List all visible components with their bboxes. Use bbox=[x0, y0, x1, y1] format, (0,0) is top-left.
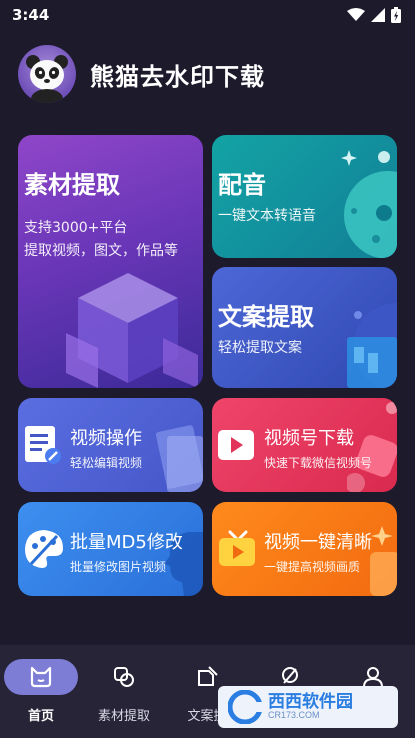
tab-material-extract[interactable]: 素材提取 bbox=[83, 659, 165, 729]
card-channel-download[interactable]: 视频号下载 快速下载微信视频号 bbox=[212, 398, 397, 492]
watermark-url: CR173.COM bbox=[268, 710, 320, 721]
battery-icon bbox=[391, 7, 401, 23]
status-time: 3:44 bbox=[12, 6, 50, 24]
card-title: 文案提取 bbox=[218, 303, 314, 331]
watermark-badge: 西西软件园 CR173.COM bbox=[218, 686, 398, 728]
card-subtitle: 批量修改图片视频 bbox=[70, 560, 167, 574]
edit-document-icon bbox=[25, 426, 61, 464]
watermark-brand: 西西软件园 bbox=[268, 691, 353, 712]
card-copy-extract[interactable]: 文案提取 轻松提取文案 bbox=[212, 267, 397, 388]
card-subtitle: 快速下载微信视频号 bbox=[264, 456, 373, 470]
document-illustration-icon bbox=[347, 303, 397, 388]
cube-illustration-icon bbox=[66, 273, 198, 388]
paper-stack-illustration-icon bbox=[155, 425, 203, 492]
home-cat-icon bbox=[30, 666, 52, 688]
panda-icon bbox=[26, 55, 68, 103]
card-title: 视频号下载 bbox=[264, 428, 354, 449]
avatar[interactable] bbox=[18, 45, 76, 103]
signal-icon bbox=[371, 8, 385, 22]
app-header: 熊猫去水印下载 bbox=[18, 44, 265, 104]
card-batch-md5[interactable]: 批量MD5修改 批量修改图片视频 bbox=[18, 502, 203, 596]
brand-logo-icon bbox=[228, 690, 262, 724]
card-subtitle: 提取视频，图文，作品等 bbox=[24, 243, 178, 259]
card-subtitle: 一键提高视频画质 bbox=[264, 560, 361, 574]
card-title: 素材提取 bbox=[24, 171, 120, 199]
palette-icon bbox=[25, 530, 63, 568]
play-video-icon bbox=[218, 430, 254, 460]
card-title: 配音 bbox=[218, 171, 266, 199]
card-title: 视频一键清晰 bbox=[264, 532, 372, 553]
tv-play-icon bbox=[219, 530, 255, 566]
card-video-edit[interactable]: 视频操作 轻松编辑视频 bbox=[18, 398, 203, 492]
card-subtitle: 一键文本转语音 bbox=[218, 208, 316, 224]
card-title: 视频操作 bbox=[70, 428, 142, 449]
card-dubbing[interactable]: 配音 一键文本转语音 bbox=[212, 135, 397, 258]
wifi-icon bbox=[347, 8, 365, 21]
tab-home[interactable]: 首页 bbox=[0, 659, 82, 729]
status-bar: 3:44 bbox=[0, 0, 415, 30]
app-title: 熊猫去水印下载 bbox=[90, 62, 265, 91]
card-material-extract[interactable]: 素材提取 支持3000+平台 提取视频，图文，作品等 bbox=[18, 135, 203, 388]
card-subtitle: 轻松提取文案 bbox=[218, 340, 302, 356]
shapes-illustration-icon bbox=[347, 402, 397, 492]
card-title: 批量MD5修改 bbox=[70, 532, 183, 553]
planet-illustration-icon bbox=[341, 150, 397, 258]
tab-label: 素材提取 bbox=[97, 709, 150, 724]
card-subtitle: 轻松编辑视频 bbox=[70, 456, 143, 470]
material-icon bbox=[114, 667, 134, 687]
copy-text-icon bbox=[198, 666, 218, 686]
tab-label: 首页 bbox=[27, 709, 54, 724]
card-video-enhance[interactable]: 视频一键清晰 一键提高视频画质 bbox=[212, 502, 397, 596]
card-subtitle: 支持3000+平台 bbox=[24, 220, 128, 236]
